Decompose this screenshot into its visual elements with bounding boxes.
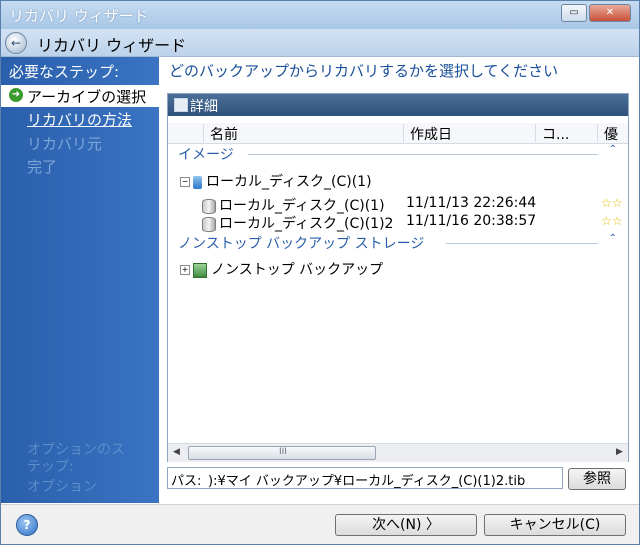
sidebar-item-archive-selection[interactable]: ➜ アーカイブの選択 bbox=[1, 85, 159, 107]
backup-date: 11/11/16 20:38:57 bbox=[406, 213, 537, 229]
wizard-header: ← リカバリ ウィザード bbox=[1, 29, 639, 57]
nonstop-name: ノンストップ バックアップ bbox=[211, 262, 384, 278]
backup-date: 11/11/13 22:26:44 bbox=[406, 195, 537, 211]
disk-icon bbox=[193, 175, 202, 189]
column-name[interactable]: 名前 bbox=[203, 124, 403, 142]
path-value[interactable]: ):¥マイ バックアップ¥ローカル_ディスク_(C)(1)2.tib bbox=[208, 470, 560, 489]
path-field[interactable]: パス: ):¥マイ バックアップ¥ローカル_ディスク_(C)(1)2.tib bbox=[167, 467, 563, 489]
grip-icon: III bbox=[279, 447, 287, 457]
sidebar-item-options: オプション bbox=[27, 479, 97, 495]
scroll-right-icon[interactable]: ▶ bbox=[611, 444, 628, 461]
priority-star-icon: ☆☆ bbox=[601, 214, 623, 228]
group-divider bbox=[446, 243, 598, 244]
cancel-button[interactable]: キャンセル(C) bbox=[484, 514, 626, 536]
sidebar-item-label: アーカイブの選択 bbox=[27, 88, 147, 106]
recovery-wizard-window: リカバリ ウィザード ▭ ✕ ← リカバリ ウィザード 必要なステップ: ➜ ア… bbox=[0, 0, 640, 545]
next-button[interactable]: 次へ(N) 〉 bbox=[335, 514, 477, 536]
scroll-left-icon[interactable]: ◀ bbox=[168, 444, 185, 461]
backup-row[interactable]: ローカル_ディスク_(C)(1) bbox=[202, 195, 385, 215]
group-label: イメージ bbox=[178, 147, 234, 163]
archive-list-panel: 詳細 名前 作成日 コ... 優 イメージ ⌃ − ローカル_ディスク_(C)(1… bbox=[167, 93, 629, 462]
column-created-date[interactable]: 作成日 bbox=[403, 124, 535, 142]
column-comment[interactable]: コ... bbox=[535, 124, 597, 142]
steps-heading: 必要なステップ: bbox=[9, 63, 120, 81]
sidebar-item-recovery-source: リカバリ元 bbox=[27, 135, 103, 153]
backup-row-selected[interactable]: ローカル_ディスク_(C)(1)2 bbox=[202, 213, 393, 233]
horizontal-scrollbar[interactable]: ◀ III ▶ bbox=[168, 443, 628, 462]
sidebar-item-finish: 完了 bbox=[27, 158, 58, 176]
collapse-tree-icon[interactable]: − bbox=[180, 177, 190, 187]
browse-button[interactable]: 参照 bbox=[568, 468, 626, 490]
collapse-icon[interactable]: ⌃ bbox=[609, 144, 617, 155]
priority-star-icon: ☆☆ bbox=[601, 196, 623, 210]
group-label: ノンストップ バックアップ ストレージ bbox=[178, 236, 425, 252]
group-nonstop-storage[interactable]: ノンストップ バックアップ ストレージ ⌃ bbox=[178, 233, 623, 253]
back-arrow-icon[interactable]: ← bbox=[5, 32, 27, 54]
scroll-thumb[interactable]: III bbox=[188, 446, 376, 460]
details-icon bbox=[174, 98, 188, 112]
window-controls: ▭ ✕ bbox=[561, 4, 631, 22]
footer-bar: ? 次へ(N) 〉 キャンセル(C) bbox=[1, 504, 639, 544]
disk-name: ローカル_ディスク_(C)(1) bbox=[206, 174, 372, 190]
expand-tree-icon[interactable]: + bbox=[180, 265, 190, 275]
backup-name: ローカル_ディスク_(C)(1) bbox=[219, 198, 385, 214]
column-priority[interactable]: 優 bbox=[597, 124, 628, 142]
title-bar: リカバリ ウィザード ▭ ✕ bbox=[1, 1, 639, 29]
steps-sidebar: 必要なステップ: ➜ アーカイブの選択 リカバリの方法 リカバリ元 完了 オプシ… bbox=[1, 57, 159, 503]
panel-title: 詳細 bbox=[190, 99, 218, 115]
wizard-title: リカバリ ウィザード bbox=[37, 36, 187, 55]
close-button[interactable]: ✕ bbox=[589, 4, 631, 22]
panel-header[interactable]: 詳細 bbox=[168, 94, 628, 116]
column-header-row: 名前 作成日 コ... 優 bbox=[168, 123, 628, 144]
group-images[interactable]: イメージ ⌃ bbox=[178, 144, 623, 164]
minimize-button[interactable]: ▭ bbox=[561, 4, 587, 22]
backup-archive-icon bbox=[202, 216, 216, 232]
sidebar-item-recovery-method[interactable]: リカバリの方法 bbox=[27, 109, 132, 130]
instruction-text: どのバックアップからリカバリするかを選択してください bbox=[169, 62, 559, 80]
help-icon[interactable]: ? bbox=[16, 514, 38, 536]
tree-nonstop-row[interactable]: + ノンストップ バックアップ bbox=[180, 259, 383, 279]
collapse-icon[interactable]: ⌃ bbox=[609, 233, 617, 244]
path-label: パス: bbox=[171, 474, 202, 489]
backup-name: ローカル_ディスク_(C)(1)2 bbox=[219, 216, 394, 232]
window-title: リカバリ ウィザード bbox=[9, 7, 149, 25]
current-step-arrow-icon: ➜ bbox=[9, 88, 23, 102]
group-divider bbox=[248, 154, 598, 155]
backup-archive-icon bbox=[202, 198, 216, 214]
tree-disk-row[interactable]: − ローカル_ディスク_(C)(1) bbox=[180, 171, 372, 191]
nonstop-backup-icon bbox=[193, 262, 207, 278]
optional-steps-heading-2: テップ: bbox=[27, 459, 74, 475]
